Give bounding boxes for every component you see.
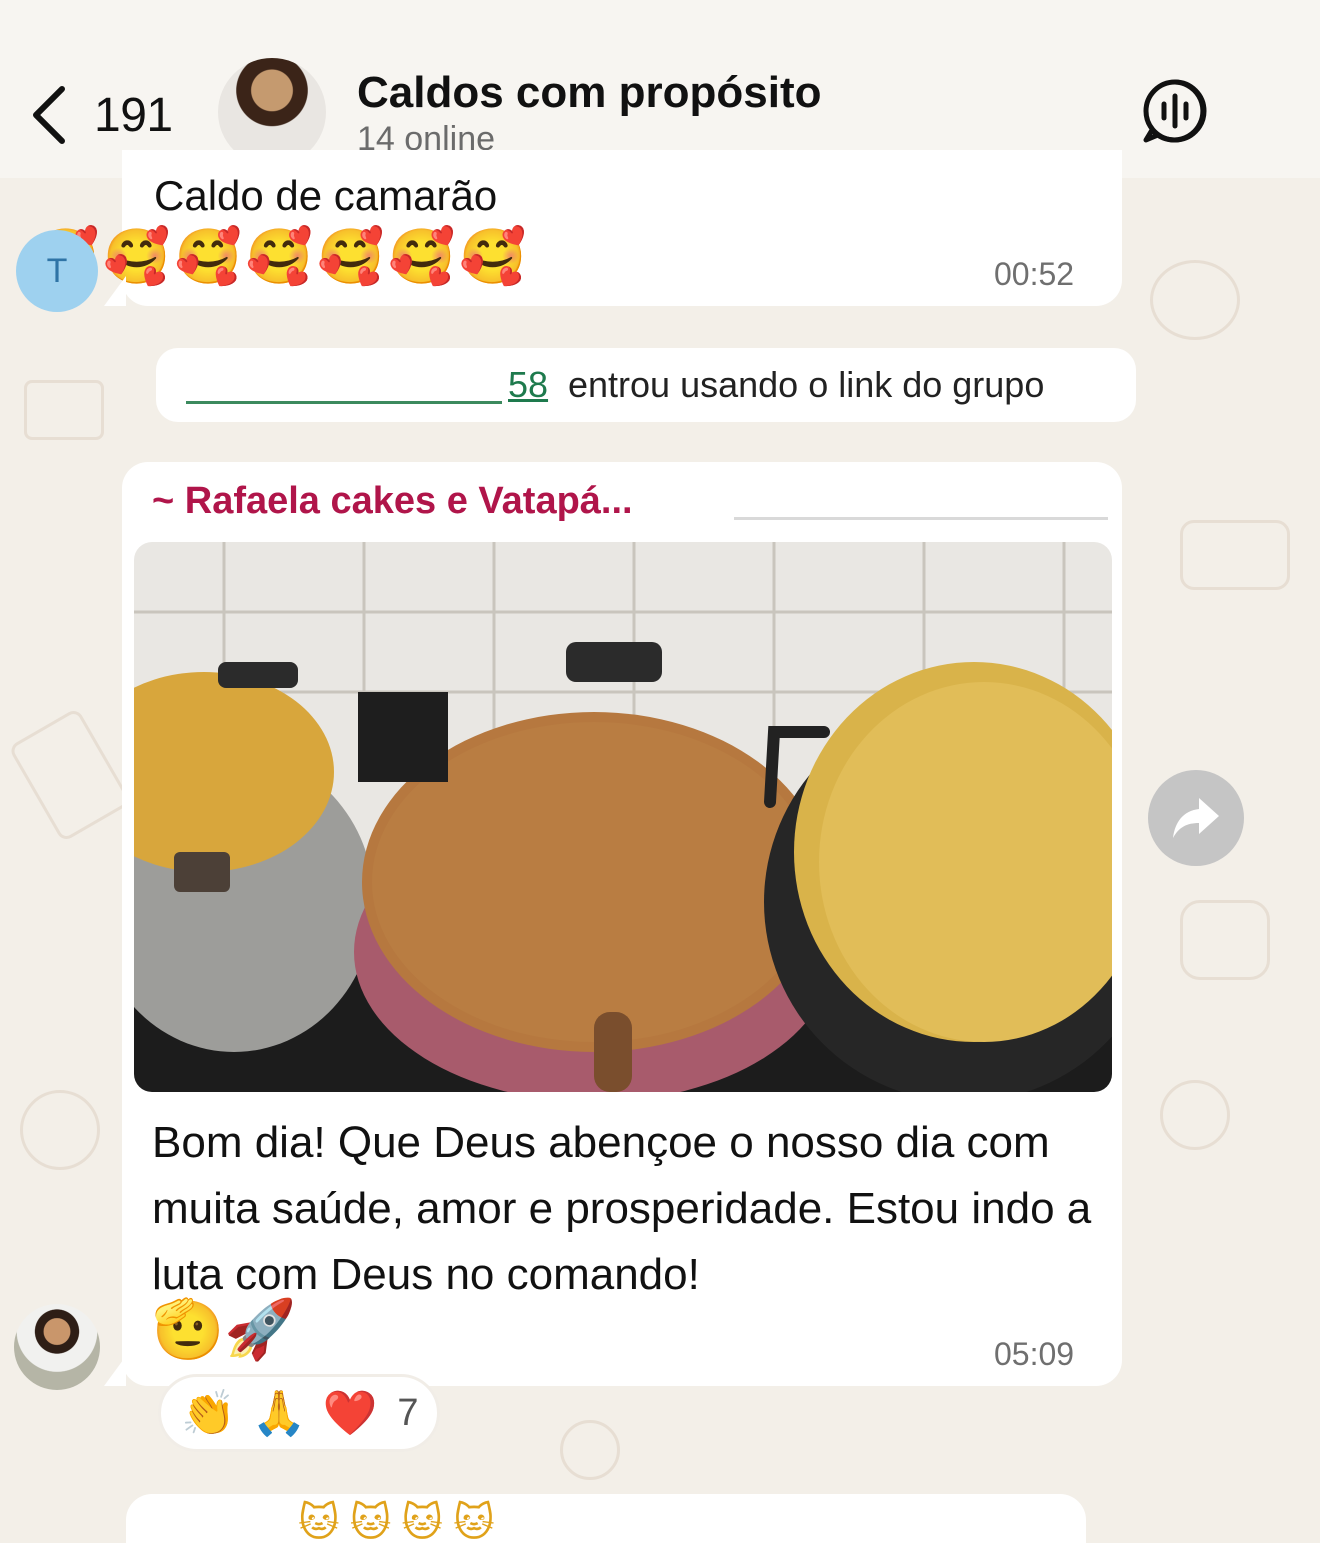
avatar[interactable]: T xyxy=(16,230,98,312)
message-caption: Bom dia! Que Deus abençoe o nosso dia co… xyxy=(152,1118,1092,1299)
reaction-count: 7 xyxy=(397,1391,419,1434)
redacted-phone xyxy=(734,488,1108,520)
system-phone[interactable]: 58 xyxy=(508,364,548,406)
system-notice-text: entrou usando o link do grupo xyxy=(568,364,1045,405)
sender-name[interactable]: ~ Rafaela cakes e Vatapá... xyxy=(152,480,633,523)
message-time: 00:52 xyxy=(994,256,1075,292)
wallpaper-doodle xyxy=(1180,520,1290,590)
message-emojis: 🐱🐱🐱🐱 xyxy=(298,1501,505,1543)
reaction-heart: ❤️ xyxy=(322,1389,378,1438)
redacted-phone xyxy=(186,368,502,404)
wallpaper-doodle xyxy=(7,707,133,843)
message-time: 05:09 xyxy=(994,1336,1075,1372)
chevron-left-icon xyxy=(33,86,65,144)
bubble-tail xyxy=(104,276,126,306)
wallpaper-doodle xyxy=(1150,260,1240,340)
wallpaper-doodle xyxy=(1180,900,1270,980)
forward-button[interactable] xyxy=(1148,770,1244,866)
wallpaper-doodle xyxy=(560,1420,620,1480)
reaction-clap: 👏 xyxy=(181,1389,236,1438)
wallpaper-doodle xyxy=(20,1090,100,1170)
message-text: Caldo de camarão xyxy=(154,172,498,219)
forward-icon xyxy=(1173,798,1219,838)
reaction-pray: 🙏 xyxy=(251,1389,307,1438)
group-title[interactable]: Caldos com propósito xyxy=(357,68,821,118)
wallpaper-doodle xyxy=(1160,1080,1230,1150)
reactions-bar[interactable]: 👏 🙏 ❤️ 7 xyxy=(158,1374,440,1452)
wallpaper-doodle xyxy=(24,380,104,440)
caption-emojis: 🫡🚀 xyxy=(152,1297,297,1362)
message-photo[interactable] xyxy=(134,542,1112,1092)
avatar[interactable] xyxy=(14,1304,100,1390)
unread-count: 191 xyxy=(94,88,173,142)
back-button[interactable]: 191 xyxy=(28,80,188,150)
message-bubble[interactable] xyxy=(126,1494,1086,1543)
group-call-icon[interactable] xyxy=(1142,78,1208,144)
bubble-tail xyxy=(104,1356,126,1386)
